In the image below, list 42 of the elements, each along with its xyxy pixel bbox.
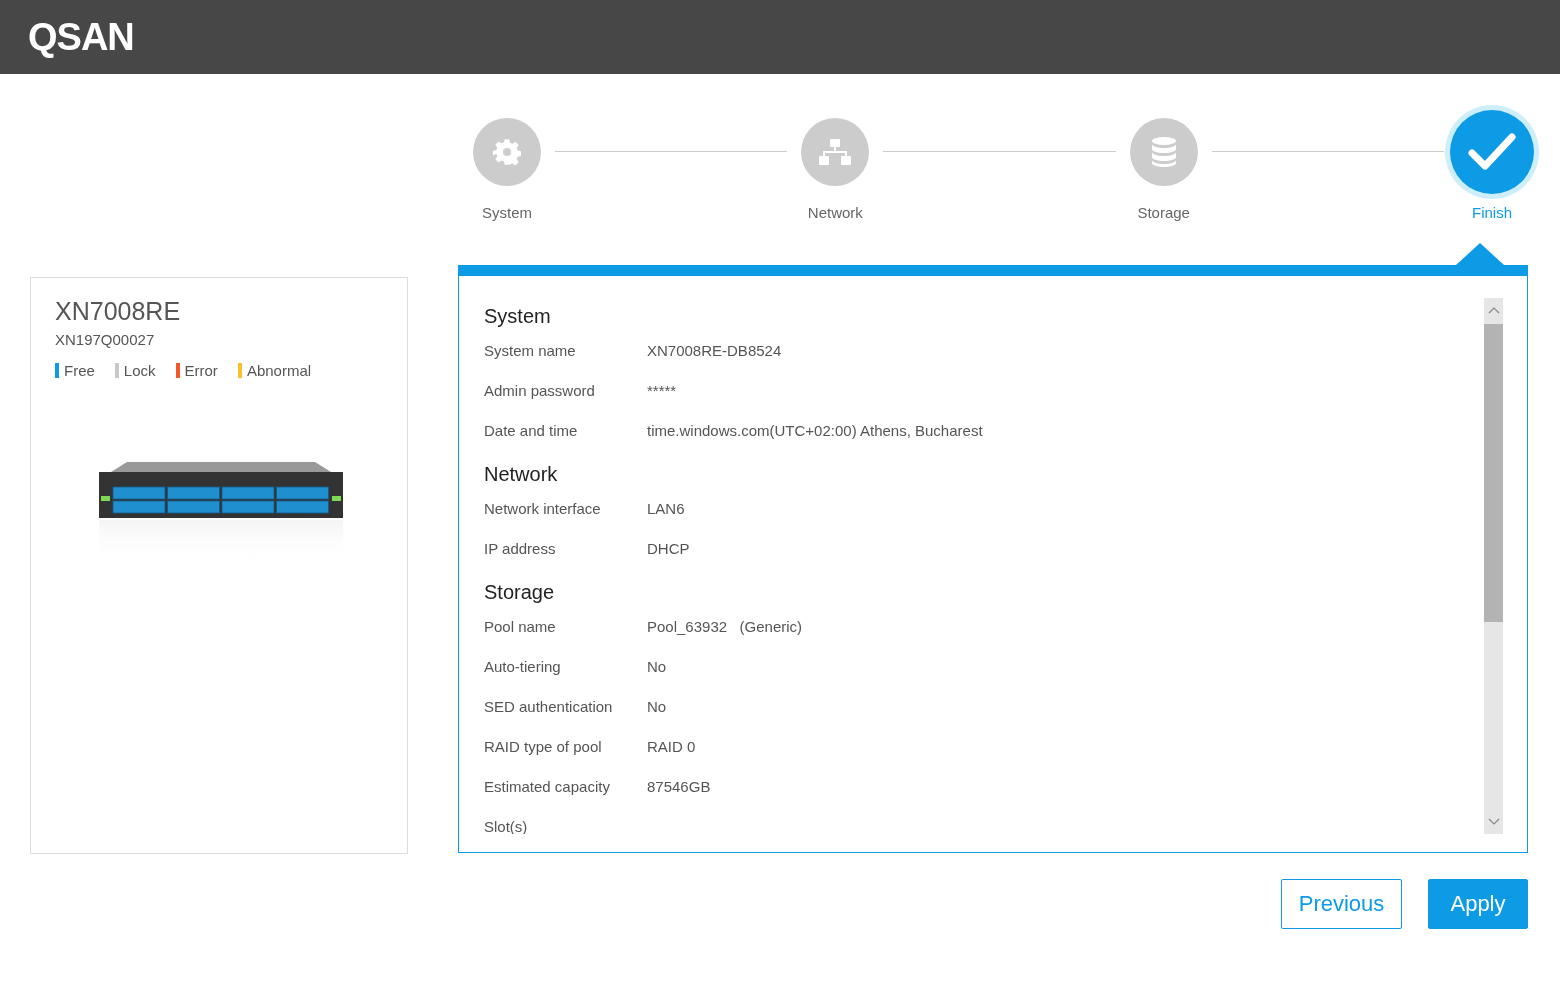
- field-value: 87546GB: [647, 776, 711, 797]
- field-value: No: [647, 656, 667, 677]
- device-model: XN7008RE: [55, 297, 182, 325]
- section-heading: Network: [484, 461, 559, 487]
- legend-label: Error: [184, 360, 218, 381]
- field-value: Pool_63932 (Generic): [647, 616, 803, 637]
- step-label[interactable]: Network: [807, 202, 863, 225]
- field-value: DHCP: [647, 538, 690, 559]
- field-label: Admin password: [484, 380, 596, 401]
- section-heading: System: [484, 303, 552, 329]
- step-label[interactable]: Finish: [1471, 202, 1512, 225]
- field-label: Network interface: [484, 498, 602, 519]
- field-value: LAN6: [647, 498, 685, 519]
- legend-label: Abnormal: [246, 360, 312, 381]
- field-value: XN7008RE-DB8524: [647, 340, 782, 361]
- field-label: SED authentication: [484, 696, 614, 717]
- serial-number: XN197Q00027: [55, 330, 156, 350]
- gear-icon: [493, 138, 521, 166]
- field-label: System name: [484, 340, 577, 361]
- legend-label: Free: [64, 360, 95, 381]
- field-label: Auto-tiering: [484, 656, 562, 677]
- field-label: Date and time: [484, 420, 579, 441]
- apply-button[interactable]: Apply: [1428, 878, 1528, 929]
- network-icon: [818, 138, 853, 166]
- scrollbar[interactable]: [1484, 297, 1503, 834]
- field-label: Estimated capacity: [484, 776, 611, 797]
- field-label: RAID type of pool: [484, 736, 603, 757]
- previous-button[interactable]: Previous: [1281, 878, 1402, 929]
- field-value: No: [647, 696, 667, 717]
- database-icon: [1150, 136, 1177, 168]
- section-heading: Storage: [484, 579, 556, 605]
- field-value: *****: [647, 380, 677, 401]
- field-value: RAID 0: [647, 736, 696, 757]
- scrollbar-thumb[interactable]: [1484, 323, 1503, 622]
- logo: QSAN: [28, 18, 134, 56]
- field-value: time.windows.com(UTC+02:00) Athens, Bucharest: [647, 420, 983, 441]
- field-label: Pool name: [484, 616, 557, 637]
- step-label[interactable]: Storage: [1137, 202, 1190, 225]
- field-label: IP address: [484, 538, 557, 559]
- legend-label: Lock: [123, 360, 156, 381]
- step-label[interactable]: System: [482, 202, 532, 225]
- check-icon: [1468, 132, 1516, 172]
